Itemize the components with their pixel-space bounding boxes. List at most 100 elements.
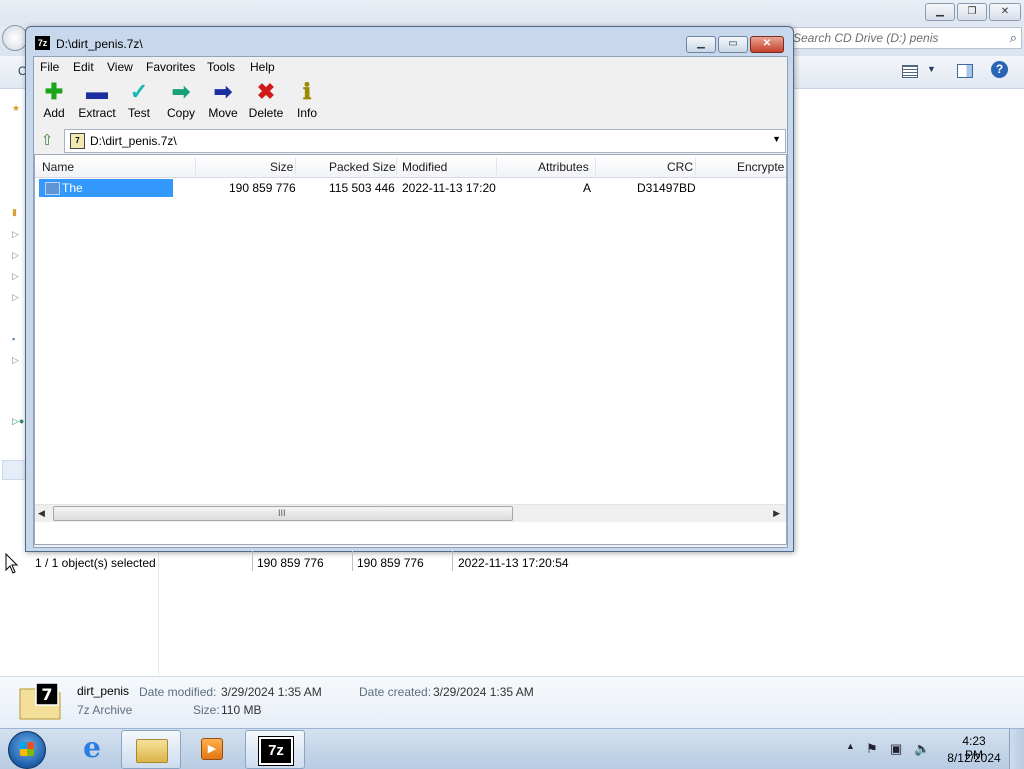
- show-hidden-icons-icon[interactable]: ▲: [846, 741, 855, 751]
- media-player-icon: ▶: [201, 738, 223, 760]
- taskbar-ie-button[interactable]: e: [62, 730, 120, 767]
- path-combobox[interactable]: 7 D:\dirt_penis.7z\ ▼: [64, 129, 786, 153]
- archive-file-icon: 7: [19, 682, 61, 720]
- 7zip-app-icon[interactable]: 7z: [35, 36, 50, 50]
- column-attributes[interactable]: Attributes: [538, 160, 589, 174]
- table-row[interactable]: The Bakageddon.exe 190 859 776 115 503 4…: [35, 179, 786, 209]
- test-button[interactable]: ✓ Test: [116, 80, 162, 126]
- taskbar-7zip-button[interactable]: 7z: [245, 730, 305, 769]
- nav-selected-item[interactable]: [2, 460, 26, 480]
- column-encrypted[interactable]: Encrypte: [737, 160, 784, 174]
- nav-expand-icon[interactable]: ▷: [12, 250, 19, 261]
- column-divider[interactable]: [695, 157, 696, 175]
- copy-label: Copy: [166, 106, 195, 120]
- explorer-close-button[interactable]: ✕: [989, 3, 1021, 21]
- status-packed: 190 859 776: [357, 556, 424, 570]
- nav-computer-icon[interactable]: ▪: [12, 334, 15, 344]
- explorer-minimize-button[interactable]: ▁: [925, 3, 955, 21]
- details-size: 110 MB: [221, 703, 262, 717]
- details-pane: 7 dirt_penis Date modified: 3/29/2024 1:…: [0, 676, 1024, 729]
- help-icon[interactable]: ?: [991, 61, 1008, 78]
- info-icon: ℹ: [302, 79, 312, 104]
- menu-tools[interactable]: Tools: [207, 60, 235, 74]
- internet-explorer-icon: e: [83, 731, 101, 764]
- menu-favorites[interactable]: Favorites: [146, 60, 195, 74]
- add-button[interactable]: ✚ Add: [31, 80, 77, 126]
- nav-expand-icon[interactable]: ▷: [12, 292, 19, 303]
- menu-help[interactable]: Help: [250, 60, 275, 74]
- maximize-button[interactable]: ▭: [718, 36, 748, 53]
- column-name[interactable]: Name: [42, 160, 74, 174]
- 7zip-titlebar[interactable]: 7z D:\dirt_penis.7z\ ▁ ▭ ✕: [26, 27, 793, 57]
- menu-view[interactable]: View: [107, 60, 133, 74]
- column-divider[interactable]: [195, 157, 196, 175]
- window-title: D:\dirt_penis.7z\: [56, 37, 143, 51]
- nav-libraries-icon[interactable]: ▮: [12, 207, 17, 218]
- copy-button[interactable]: ➡ Copy: [158, 80, 204, 126]
- column-divider[interactable]: [595, 157, 596, 175]
- column-size[interactable]: Size: [270, 160, 293, 174]
- info-button[interactable]: ℹ Info: [284, 80, 330, 126]
- explorer-titlebar: ▁ ❐ ✕: [0, 0, 1024, 26]
- plus-icon: ✚: [44, 79, 64, 104]
- move-button[interactable]: ➡ Move: [200, 80, 246, 126]
- delete-label: Delete: [248, 106, 284, 120]
- file-list[interactable]: Name Size Packed Size Modified Attribute…: [34, 154, 787, 545]
- folder-icon: [136, 739, 168, 763]
- selected-name-cell[interactable]: The Bakageddon.exe: [39, 179, 173, 209]
- column-divider[interactable]: [396, 157, 397, 175]
- column-divider[interactable]: [295, 157, 296, 175]
- toolbar: ✚ Add ▬ Extract ✓ Test ➡ Copy ➡ Move ✖ D…: [34, 78, 787, 128]
- search-box[interactable]: Search CD Drive (D:) penis ⌕: [786, 27, 1022, 49]
- 7zip-icon: 7z: [258, 736, 294, 766]
- horizontal-scrollbar[interactable]: ◀ III ▶: [35, 504, 786, 522]
- column-modified[interactable]: Modified: [402, 160, 447, 174]
- views-icon[interactable]: [902, 65, 918, 78]
- menu-file[interactable]: File: [40, 60, 59, 74]
- search-icon[interactable]: ⌕: [1010, 30, 1017, 46]
- file-attributes: A: [583, 181, 592, 195]
- delete-button[interactable]: ✖ Delete: [243, 80, 289, 126]
- minimize-button[interactable]: ▁: [686, 36, 716, 53]
- extract-button[interactable]: ▬ Extract: [74, 80, 120, 126]
- scrollbar-thumb[interactable]: III: [53, 506, 513, 521]
- nav-favorites-icon[interactable]: ★: [12, 103, 20, 114]
- move-arrow-icon: ➡: [213, 79, 233, 104]
- close-button[interactable]: ✕: [750, 36, 784, 53]
- 7zip-client-area: File Edit View Favorites Tools Help ✚ Ad…: [33, 56, 788, 571]
- explorer-maximize-button[interactable]: ❐: [957, 3, 987, 21]
- nav-expand-icon[interactable]: ▷: [12, 229, 19, 240]
- taskbar-explorer-button[interactable]: [121, 730, 181, 769]
- preview-pane-icon[interactable]: [957, 64, 973, 78]
- status-divider: [352, 551, 353, 571]
- up-folder-icon[interactable]: ⇧: [37, 131, 57, 150]
- scroll-right-icon[interactable]: ▶: [773, 508, 780, 519]
- status-bar: 1 / 1 object(s) selected 190 859 776 190…: [34, 551, 787, 571]
- scroll-left-icon[interactable]: ◀: [38, 508, 45, 519]
- details-filetype: 7z Archive: [77, 703, 133, 717]
- show-desktop-button[interactable]: [1009, 729, 1024, 769]
- clock-date[interactable]: 8/12/2024: [945, 751, 1003, 765]
- archive-path-icon: 7: [70, 133, 85, 149]
- chevron-down-icon[interactable]: ▼: [772, 134, 781, 144]
- menu-edit[interactable]: Edit: [73, 60, 94, 74]
- taskbar-media-player-button[interactable]: ▶: [182, 730, 240, 767]
- volume-muted-icon[interactable]: 🔈: [914, 741, 930, 757]
- move-label: Move: [208, 106, 238, 120]
- list-header: Name Size Packed Size Modified Attribute…: [35, 155, 786, 178]
- nav-expand-icon[interactable]: ▷: [12, 271, 19, 282]
- test-label: Test: [127, 106, 150, 120]
- column-divider[interactable]: [496, 157, 497, 175]
- nav-expand-icon[interactable]: ▷: [12, 355, 19, 366]
- file-size: 190 859 776: [229, 181, 296, 195]
- details-date-modified-label: Date modified:: [139, 685, 217, 699]
- views-dropdown-icon[interactable]: ▼: [927, 64, 936, 74]
- network-icon[interactable]: ▣: [890, 741, 902, 757]
- action-center-flag-icon[interactable]: ⚑: [866, 741, 878, 757]
- start-button[interactable]: [8, 731, 46, 769]
- column-packed-size[interactable]: Packed Size: [329, 160, 396, 174]
- nav-network-icon[interactable]: ▷●: [12, 416, 24, 427]
- mouse-cursor-icon: [5, 553, 19, 574]
- column-crc[interactable]: CRC: [667, 160, 693, 174]
- status-size: 190 859 776: [257, 556, 324, 570]
